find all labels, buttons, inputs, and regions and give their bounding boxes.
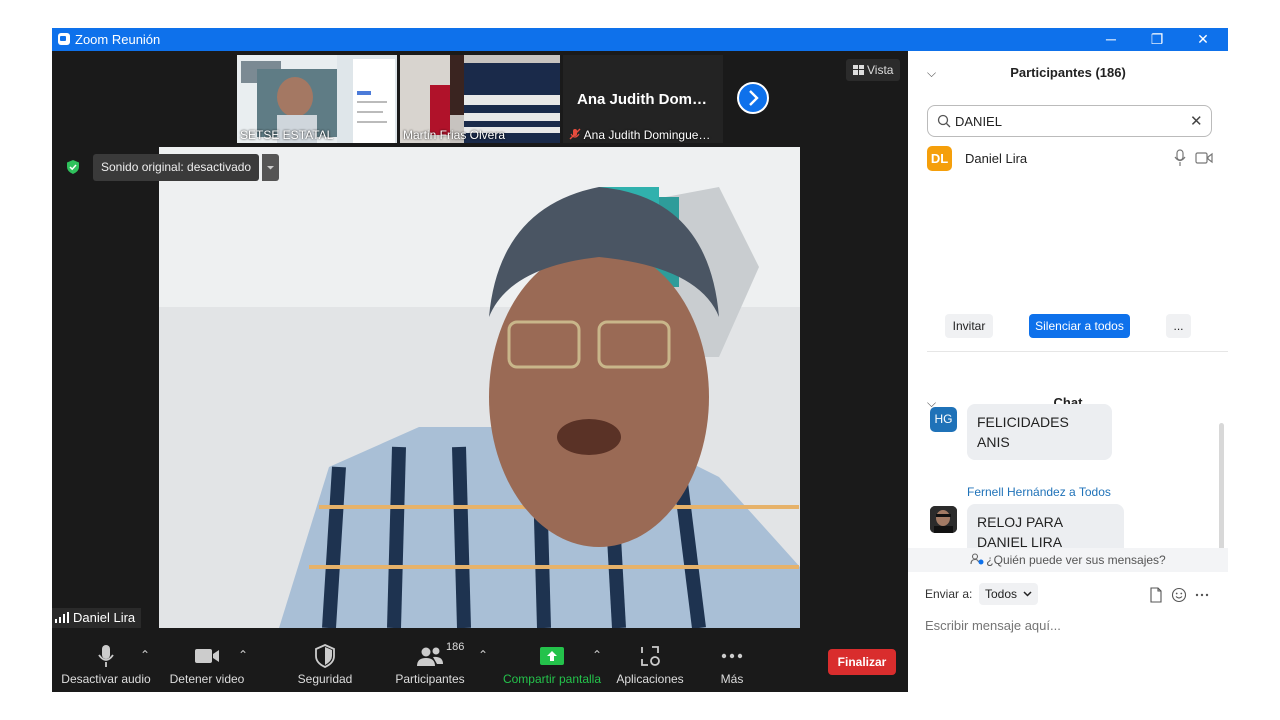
title-bar: Zoom Reunión ─ ❐ ✕ xyxy=(52,28,1228,51)
view-button[interactable]: Vista xyxy=(846,59,901,81)
participants-more-button[interactable]: ... xyxy=(1166,314,1191,338)
active-speaker-video xyxy=(159,147,800,628)
restore-button[interactable]: ❐ xyxy=(1134,28,1180,51)
send-to-label: Enviar a: xyxy=(925,587,973,601)
who-can-see-link[interactable]: ¿Quién puede ver sus mensajes? xyxy=(908,548,1228,572)
video-camera-icon xyxy=(195,649,219,663)
muted-mic-icon xyxy=(569,128,581,140)
window-title: Zoom Reunión xyxy=(75,32,161,47)
avatar: DL xyxy=(927,146,952,171)
speaker-name-label: Daniel Lira xyxy=(52,608,142,628)
panel-divider xyxy=(927,351,1228,352)
avatar: HG xyxy=(930,407,957,432)
chevron-down-icon xyxy=(1023,591,1032,597)
participants-label: Participantes xyxy=(395,672,465,686)
participants-icon xyxy=(417,647,443,666)
share-options-caret[interactable]: ⌃ xyxy=(592,648,602,662)
original-sound-button[interactable]: Sonido original: desactivado xyxy=(93,154,260,181)
video-options-caret[interactable]: ⌃ xyxy=(238,648,248,662)
video-camera-icon[interactable] xyxy=(1195,151,1213,165)
participant-display-name: Ana Judith Dom… xyxy=(577,91,707,108)
more-dots-icon xyxy=(721,653,743,659)
caret-down-icon xyxy=(267,166,274,170)
mute-audio-button[interactable]: Desactivar audio xyxy=(60,636,152,692)
mute-audio-label: Desactivar audio xyxy=(61,672,151,686)
zoom-logo-icon xyxy=(58,33,70,45)
minimize-button[interactable]: ─ xyxy=(1088,28,1134,51)
grid-view-icon xyxy=(853,65,864,75)
view-button-label: Vista xyxy=(867,63,894,77)
apps-button[interactable]: Aplicaciones xyxy=(614,636,686,692)
next-page-button[interactable] xyxy=(737,82,769,114)
close-button[interactable]: ✕ xyxy=(1180,28,1226,51)
participant-row[interactable]: DL Daniel Lira xyxy=(927,146,1217,172)
chat-message: FELICIDADES ANIS xyxy=(967,404,1112,460)
participant-name: Daniel Lira xyxy=(965,151,1028,166)
emoji-icon[interactable] xyxy=(1171,587,1187,603)
shield-icon xyxy=(315,644,335,668)
participant-thumbnail[interactable]: SETSE ESTATAL xyxy=(237,55,397,143)
send-to-dropdown[interactable]: Todos xyxy=(979,583,1039,605)
participants-count: 186 xyxy=(446,641,465,653)
stop-video-button[interactable]: Detener video xyxy=(164,636,250,692)
more-button[interactable]: Más xyxy=(710,636,754,692)
security-label: Seguridad xyxy=(297,672,353,686)
stop-video-label: Detener video xyxy=(169,672,245,686)
chat-sender: Fernell Hernández a Todos xyxy=(967,485,1111,499)
speaker-video-image xyxy=(159,147,800,628)
side-panel: ⌵ Participantes (186) ✕ DL Daniel Lira xyxy=(908,51,1228,692)
participants-options-caret[interactable]: ⌃ xyxy=(478,648,488,662)
user-photo-image xyxy=(930,506,957,533)
send-to-value: Todos xyxy=(985,587,1018,601)
end-meeting-button[interactable]: Finalizar xyxy=(828,649,896,675)
speaker-name: Daniel Lira xyxy=(73,610,136,625)
user-visibility-icon xyxy=(970,553,984,565)
participant-search-box: ✕ xyxy=(927,105,1212,137)
original-sound-dropdown[interactable] xyxy=(262,154,279,181)
share-screen-icon xyxy=(540,647,564,665)
thumbnail-name: Martin Frias Olvera xyxy=(403,128,506,142)
chevron-right-icon xyxy=(749,90,759,106)
participants-title: Participantes (186) xyxy=(1010,65,1126,80)
zoom-window: Zoom Reunión ─ ❐ ✕ SETSE ESTATAL Martin … xyxy=(52,28,1228,692)
chat-scrollbar[interactable] xyxy=(1219,423,1224,565)
more-dots-icon[interactable] xyxy=(1194,587,1210,603)
apps-icon xyxy=(641,646,660,666)
share-screen-button[interactable]: Compartir pantalla xyxy=(500,636,604,692)
audio-options-caret[interactable]: ⌃ xyxy=(140,648,150,662)
security-button[interactable]: Seguridad xyxy=(288,636,362,692)
microphone-icon[interactable] xyxy=(1173,149,1187,167)
avatar xyxy=(930,506,957,533)
meeting-toolbar: Desactivar audio ⌃ Detener video ⌃ Segur… xyxy=(52,636,908,692)
thumbnail-name: Ana Judith Domingue… xyxy=(583,128,711,142)
chat-message-input[interactable] xyxy=(925,614,1215,636)
signal-strength-icon xyxy=(55,612,69,623)
thumbnail-name-row: Ana Judith Domingue… xyxy=(569,128,710,142)
share-screen-label: Compartir pantalla xyxy=(502,672,602,686)
participants-header: ⌵ Participantes (186) xyxy=(908,51,1228,95)
more-label: Más xyxy=(720,672,744,686)
clear-search-icon[interactable]: ✕ xyxy=(1190,112,1203,130)
participant-search-input[interactable] xyxy=(955,111,1175,131)
invite-button[interactable]: Invitar xyxy=(945,314,993,338)
apps-label: Aplicaciones xyxy=(616,672,684,686)
search-icon xyxy=(937,114,951,128)
file-icon[interactable] xyxy=(1148,587,1164,603)
microphone-icon xyxy=(98,645,114,667)
participant-thumbnail[interactable]: Martin Frias Olvera xyxy=(400,55,560,143)
who-can-see-label: ¿Quién puede ver sus mensajes? xyxy=(986,553,1166,567)
mute-all-button[interactable]: Silenciar a todos xyxy=(1029,314,1130,338)
participant-thumbnail[interactable]: Ana Judith Dom… Ana Judith Domingue… xyxy=(563,55,723,143)
meeting-stage: SETSE ESTATAL Martin Frias Olvera Ana Ju… xyxy=(52,51,908,692)
security-shield-icon xyxy=(67,160,79,174)
thumbnail-name: SETSE ESTATAL xyxy=(240,128,334,142)
